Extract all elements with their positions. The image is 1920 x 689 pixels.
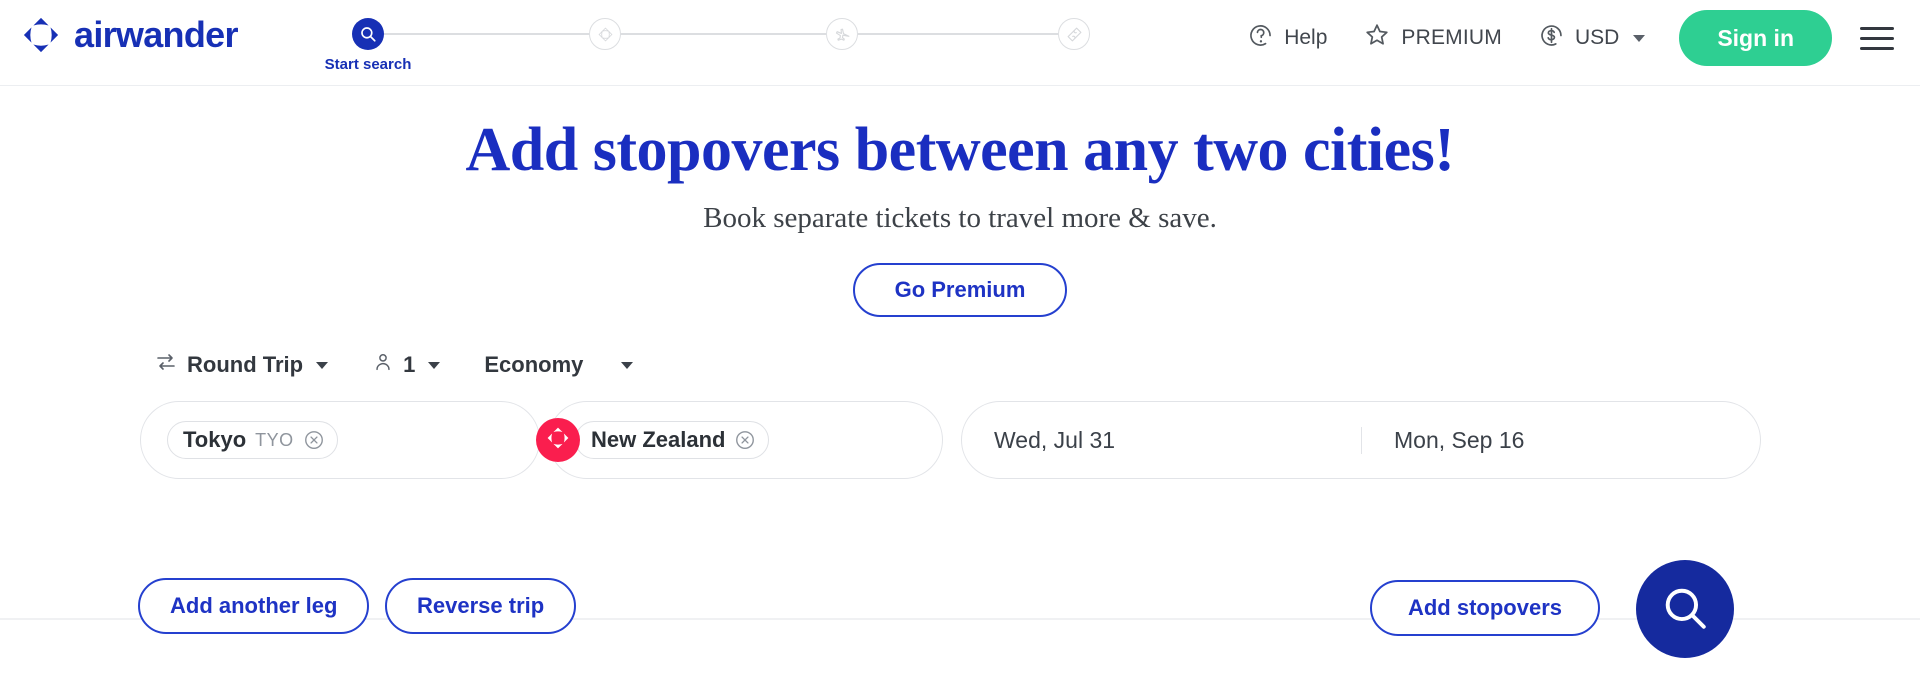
add-another-leg-button[interactable]: Add another leg [138, 578, 370, 634]
signin-button[interactable]: Sign in [1679, 10, 1832, 66]
person-icon [372, 351, 394, 379]
destination-city: New Zealand [591, 427, 726, 453]
app-page: airwander Start search Help PREMIUM USD … [0, 0, 1920, 689]
search-bar: Tokyo TYO New Zealand Wed, Jul 31 Mon, S… [140, 401, 1780, 480]
ticket-icon [1058, 18, 1090, 50]
trip-type-selector[interactable]: Round Trip [140, 350, 342, 380]
destination-field[interactable]: New Zealand [548, 401, 943, 480]
currency-label: USD [1574, 26, 1620, 49]
return-date-input[interactable]: Mon, Sep 16 [1361, 426, 1760, 454]
passengers-selector[interactable]: 1 [358, 351, 454, 379]
passengers-count: 1 [403, 352, 416, 378]
search-icon [352, 18, 384, 50]
close-circle-icon[interactable] [734, 429, 756, 451]
search-panel: Round Trip 1 Economy Tokyo TYO New Zeala… [0, 343, 1920, 480]
trip-type-label: Round Trip [187, 352, 304, 378]
dollar-circle-icon [1538, 22, 1565, 55]
add-stopovers-button[interactable]: Add stopovers [1369, 580, 1600, 636]
origin-chip[interactable]: Tokyo TYO [167, 421, 338, 460]
airwander-diamond-logo-icon [22, 16, 60, 54]
hamburger-menu-icon[interactable] [1860, 26, 1894, 50]
destination-chip[interactable]: New Zealand [575, 421, 770, 460]
swap-arrows-icon [154, 350, 178, 380]
search-actions-row: Add another leg Reverse trip Add stopove… [0, 560, 1920, 658]
header-actions: Help PREMIUM USD Sign in [1229, 0, 1902, 76]
chevron-down-icon [428, 361, 441, 369]
help-button[interactable]: Help [1229, 22, 1345, 55]
chevron-down-icon [621, 361, 634, 369]
stepper-connector [621, 33, 826, 35]
stepper-step-booking[interactable] [1058, 18, 1090, 50]
hero-subtitle: Book separate tickets to travel more & s… [703, 202, 1217, 235]
search-options-row: Round Trip 1 Economy [140, 343, 1780, 387]
premium-button[interactable]: PREMIUM [1345, 21, 1520, 55]
close-circle-icon[interactable] [303, 429, 325, 451]
search-submit-button[interactable] [1636, 560, 1734, 658]
stepper-step-start-search[interactable]: Start search [325, 18, 411, 73]
stepper-connector [384, 33, 589, 35]
search-icon [1660, 583, 1710, 636]
site-header: airwander Start search Help PREMIUM USD … [0, 0, 1920, 86]
page-title: Add stopovers between any two cities! [465, 116, 1455, 184]
stepper-step-flights[interactable] [826, 18, 858, 50]
brand-logo[interactable]: airwander [22, 16, 238, 54]
star-icon [1363, 21, 1391, 55]
stepper-label-start-search: Start search [324, 56, 412, 73]
brand-name: airwander [74, 14, 238, 55]
origin-field[interactable]: Tokyo TYO [140, 401, 540, 480]
origin-city: Tokyo [183, 427, 247, 453]
premium-label: PREMIUM [1401, 26, 1502, 49]
help-label: Help [1284, 26, 1328, 49]
compass-icon [589, 18, 621, 50]
booking-stepper: Start search [325, 18, 1090, 73]
hero-section: Add stopovers between any two cities! Bo… [0, 86, 1920, 318]
origin-code: TYO [255, 429, 294, 450]
stepper-step-stopovers[interactable] [589, 18, 621, 50]
airwander-diamond-logo-icon [545, 425, 571, 456]
reverse-trip-button[interactable]: Reverse trip [385, 578, 577, 634]
cabin-class-selector[interactable]: Economy [470, 352, 647, 378]
chevron-down-icon [316, 361, 329, 369]
stepper-connector [858, 33, 1058, 35]
swap-cities-button[interactable] [536, 418, 580, 463]
depart-date-input[interactable]: Wed, Jul 31 [962, 427, 1361, 454]
currency-selector[interactable]: USD [1520, 22, 1663, 55]
dates-field: Wed, Jul 31 Mon, Sep 16 [961, 401, 1761, 480]
question-circle-icon [1247, 22, 1274, 55]
go-premium-button[interactable]: Go Premium [852, 263, 1068, 318]
cabin-class-label: Economy [484, 352, 584, 378]
chevron-down-icon [1633, 34, 1646, 42]
plane-icon [826, 18, 858, 50]
